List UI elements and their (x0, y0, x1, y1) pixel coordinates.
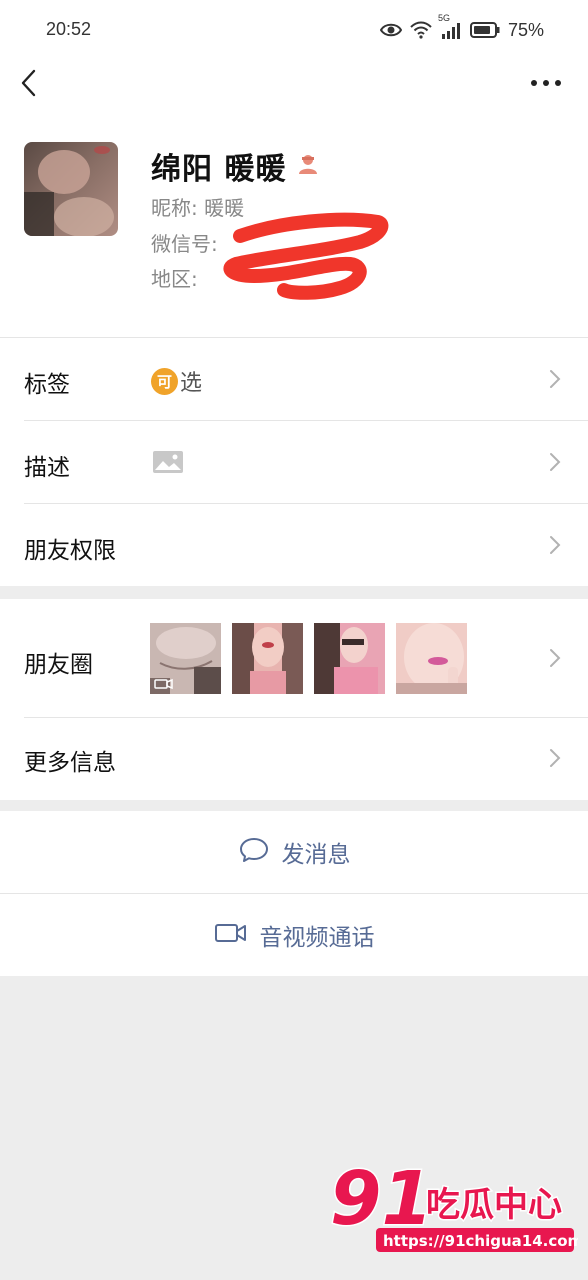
contact-name: 绵阳 暖暖 (151, 152, 287, 187)
chevron-left-icon (14, 69, 48, 104)
video-call-label: 音视频通话 (259, 925, 375, 951)
nickname-line: 昵称: 暖暖 (151, 192, 244, 221)
row-permissions-label: 朋友权限 (24, 538, 116, 564)
row-tags-label: 标签 (24, 372, 70, 398)
divider (0, 337, 588, 338)
profile-card: 绵阳 暖暖 昵称: 暖暖 微信号: 地区: (0, 106, 588, 337)
wifi-icon (410, 21, 432, 39)
send-message-button[interactable]: 发消息 (0, 811, 588, 893)
chevron-right-icon (548, 534, 562, 556)
video-camera-icon (214, 921, 248, 949)
row-more-info[interactable]: 更多信息 (0, 717, 588, 800)
moment-thumbnail[interactable] (314, 623, 385, 694)
chat-bubble-icon (238, 836, 270, 868)
row-moments-label: 朋友圈 (24, 652, 93, 678)
status-time: 20:52 (46, 19, 92, 39)
moment-thumbnail[interactable] (150, 623, 221, 694)
watermark-url: https://91chigua14.com (383, 1232, 578, 1250)
tag-badge: 可 (151, 367, 178, 395)
wechat-id-label: 微信号: (151, 232, 218, 256)
battery-icon (469, 21, 500, 39)
battery-percent: 75% (507, 19, 544, 40)
moment-thumbnail[interactable] (396, 623, 467, 694)
video-call-button[interactable]: 音视频通话 (0, 894, 588, 976)
row-description-label: 描述 (24, 455, 70, 481)
send-message-label: 发消息 (281, 842, 351, 868)
more-dots-icon (526, 80, 566, 104)
chevron-right-icon (548, 368, 562, 390)
nickname-value: 暖暖 (204, 196, 245, 220)
tag-text: 选 (180, 371, 203, 396)
avatar[interactable] (24, 142, 118, 236)
nickname-label: 昵称: (151, 196, 205, 220)
row-tags[interactable]: 标签 可 选 (0, 337, 588, 420)
region-label: 地区: (151, 267, 198, 291)
chevron-right-icon (548, 647, 562, 669)
watermark-logo: 91 吃瓜中心 https://91chigua14.com (329, 1155, 583, 1258)
divider (24, 420, 588, 421)
row-permissions[interactable]: 朋友权限 (0, 503, 588, 586)
name-row: 绵阳 暖暖 (151, 144, 320, 188)
chevron-right-icon (548, 747, 562, 769)
tags-value: 可 选 (151, 365, 202, 397)
moments-thumbnails (150, 623, 467, 694)
chevron-right-icon (548, 451, 562, 473)
network-type-label: 5G (437, 13, 450, 23)
region-line: 地区: (151, 263, 198, 292)
more-button[interactable] (526, 66, 566, 100)
female-person-icon (296, 152, 320, 180)
row-description[interactable]: 描述 (0, 420, 588, 503)
row-moments[interactable]: 朋友圈 (0, 599, 588, 717)
wechat-id-line: 微信号: (151, 228, 218, 257)
row-more-info-label: 更多信息 (24, 750, 116, 776)
divider (24, 503, 588, 504)
image-icon (152, 450, 184, 478)
moment-thumbnail[interactable] (232, 623, 303, 694)
status-icons: 5G 75% (379, 13, 544, 42)
cellular-signal-icon: 5G (438, 13, 462, 39)
watermark-brand: 吃瓜中心 (426, 1185, 562, 1225)
back-button[interactable] (14, 66, 48, 100)
status-bar: 20:52 5G 75% (0, 0, 588, 60)
nav-bar (0, 60, 588, 106)
eye-icon (379, 22, 402, 38)
divider (24, 717, 588, 718)
